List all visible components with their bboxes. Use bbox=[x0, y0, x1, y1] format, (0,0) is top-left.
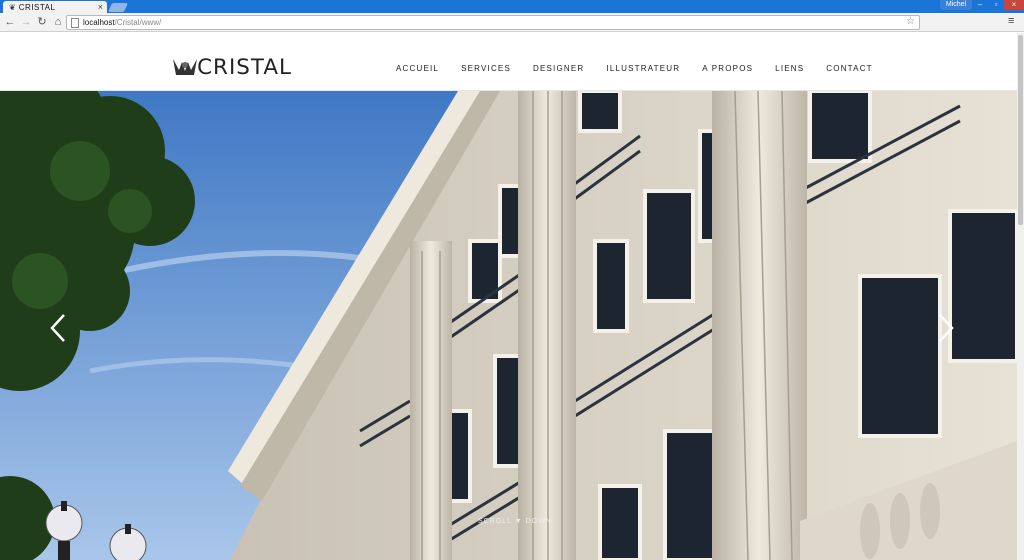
menu-item-illustrateur[interactable]: ILLUSTRATEUR bbox=[606, 64, 680, 73]
site-navbar: CRISTAL ACCUEIL SERVICES DESIGNER ILLUST… bbox=[0, 33, 1024, 91]
close-tab-icon[interactable]: × bbox=[98, 2, 103, 12]
logo-text: CRISTAL bbox=[197, 55, 292, 79]
browser-tab[interactable]: ❦ CRISTAL × bbox=[3, 1, 107, 13]
home-icon[interactable]: ⌂ bbox=[51, 15, 65, 29]
menu-item-accueil[interactable]: ACCUEIL bbox=[396, 64, 439, 73]
maximize-button[interactable]: ▫ bbox=[988, 0, 1004, 10]
menu-item-services[interactable]: SERVICES bbox=[461, 64, 511, 73]
slider-next-arrow-icon[interactable] bbox=[936, 313, 956, 343]
browser-toolbar: ← → ↻ ⌂ localhost /Cristal/www/ ☆ ≡ bbox=[0, 13, 1024, 32]
url-path: /Cristal/www/ bbox=[114, 18, 162, 27]
site-favicon-icon: ❦ bbox=[9, 2, 16, 12]
forward-arrow-icon[interactable]: → bbox=[19, 15, 33, 29]
slider-prev-arrow-icon[interactable] bbox=[48, 313, 68, 343]
scrollbar-thumb[interactable] bbox=[1018, 35, 1023, 225]
page-icon bbox=[71, 17, 79, 28]
tab-title: CRISTAL bbox=[18, 2, 56, 12]
menu-item-liens[interactable]: LIENS bbox=[775, 64, 804, 73]
menu-item-designer[interactable]: DESIGNER bbox=[533, 64, 584, 73]
menu-item-contact[interactable]: CONTACT bbox=[826, 64, 872, 73]
webpage: CRISTAL ACCUEIL SERVICES DESIGNER ILLUST… bbox=[0, 33, 1024, 560]
address-bar[interactable]: localhost /Cristal/www/ ☆ bbox=[66, 15, 920, 30]
hero-slider[interactable]: SCROLL ▼ DOWN bbox=[0, 91, 1017, 560]
eagle-logo-icon bbox=[173, 59, 197, 75]
profile-button[interactable]: Michel bbox=[940, 0, 972, 10]
scroll-down-hint[interactable]: SCROLL ▼ DOWN bbox=[478, 518, 552, 525]
reload-icon[interactable]: ↻ bbox=[35, 15, 49, 29]
page-scrollbar[interactable] bbox=[1017, 33, 1024, 560]
new-tab-button[interactable] bbox=[107, 3, 129, 12]
site-logo[interactable]: CRISTAL bbox=[172, 55, 291, 79]
close-window-button[interactable]: × bbox=[1004, 0, 1024, 10]
hero-building-image bbox=[0, 91, 1017, 560]
minimize-button[interactable]: – bbox=[972, 0, 988, 10]
url-host: localhost bbox=[83, 18, 115, 27]
tab-strip: ❦ CRISTAL × Michel – ▫ × bbox=[0, 0, 1024, 13]
bookmark-star-icon[interactable]: ☆ bbox=[906, 16, 915, 27]
back-arrow-icon[interactable]: ← bbox=[3, 15, 17, 29]
menu-item-a-propos[interactable]: A PROPOS bbox=[702, 64, 753, 73]
main-menu: ACCUEIL SERVICES DESIGNER ILLUSTRATEUR A… bbox=[396, 64, 873, 73]
chrome-menu-icon[interactable]: ≡ bbox=[1008, 15, 1014, 27]
